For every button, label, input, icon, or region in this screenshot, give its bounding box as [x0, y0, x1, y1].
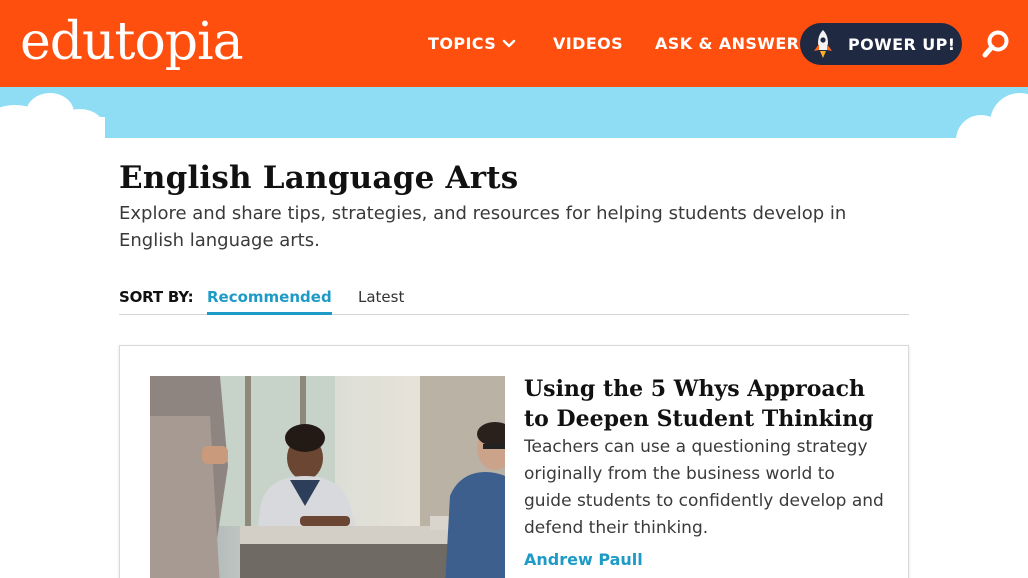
page-title: English Language Arts — [119, 160, 519, 196]
article-thumbnail[interactable] — [150, 376, 505, 578]
nav-ask-answer[interactable]: ASK & ANSWER — [655, 0, 799, 87]
sort-label: SORT BY: — [119, 288, 194, 306]
rocket-icon — [814, 30, 832, 58]
cloud-right-puff — [990, 93, 1028, 138]
power-up-label: POWER UP! — [848, 34, 956, 54]
site-header: edutopia TOPICS VIDEOS ASK & ANSWER POWE… — [0, 0, 1028, 87]
sky-banner — [0, 87, 1028, 138]
article-author[interactable]: Andrew Paull — [524, 550, 643, 569]
article-title[interactable]: Using the 5 Whys Approach to Deepen Stud… — [524, 374, 884, 434]
article-summary: Teachers can use a questioning strategy … — [524, 437, 884, 538]
search-icon[interactable] — [980, 28, 1012, 60]
nav-videos[interactable]: VIDEOS — [553, 0, 623, 87]
power-up-button[interactable]: POWER UP! — [800, 23, 962, 65]
sort-tab-latest[interactable]: Latest — [358, 288, 404, 306]
classroom-photo — [150, 376, 505, 578]
nav-videos-label: VIDEOS — [553, 34, 624, 53]
chevron-down-icon — [502, 39, 516, 47]
nav-topics-label: TOPICS — [428, 34, 497, 53]
page-description: Explore and share tips, strategies, and … — [119, 203, 847, 251]
article-card[interactable]: Using the 5 Whys Approach to Deepen Stud… — [119, 345, 909, 578]
nav-topics[interactable]: TOPICS — [428, 0, 516, 87]
sort-bar: SORT BY: Recommended Latest — [119, 284, 909, 315]
cloud-left-base — [0, 117, 105, 138]
sort-tab-recommended[interactable]: Recommended — [207, 288, 332, 315]
edutopia-logo[interactable]: edutopia — [20, 12, 244, 72]
nav-ask-answer-label: ASK & ANSWER — [655, 34, 800, 53]
